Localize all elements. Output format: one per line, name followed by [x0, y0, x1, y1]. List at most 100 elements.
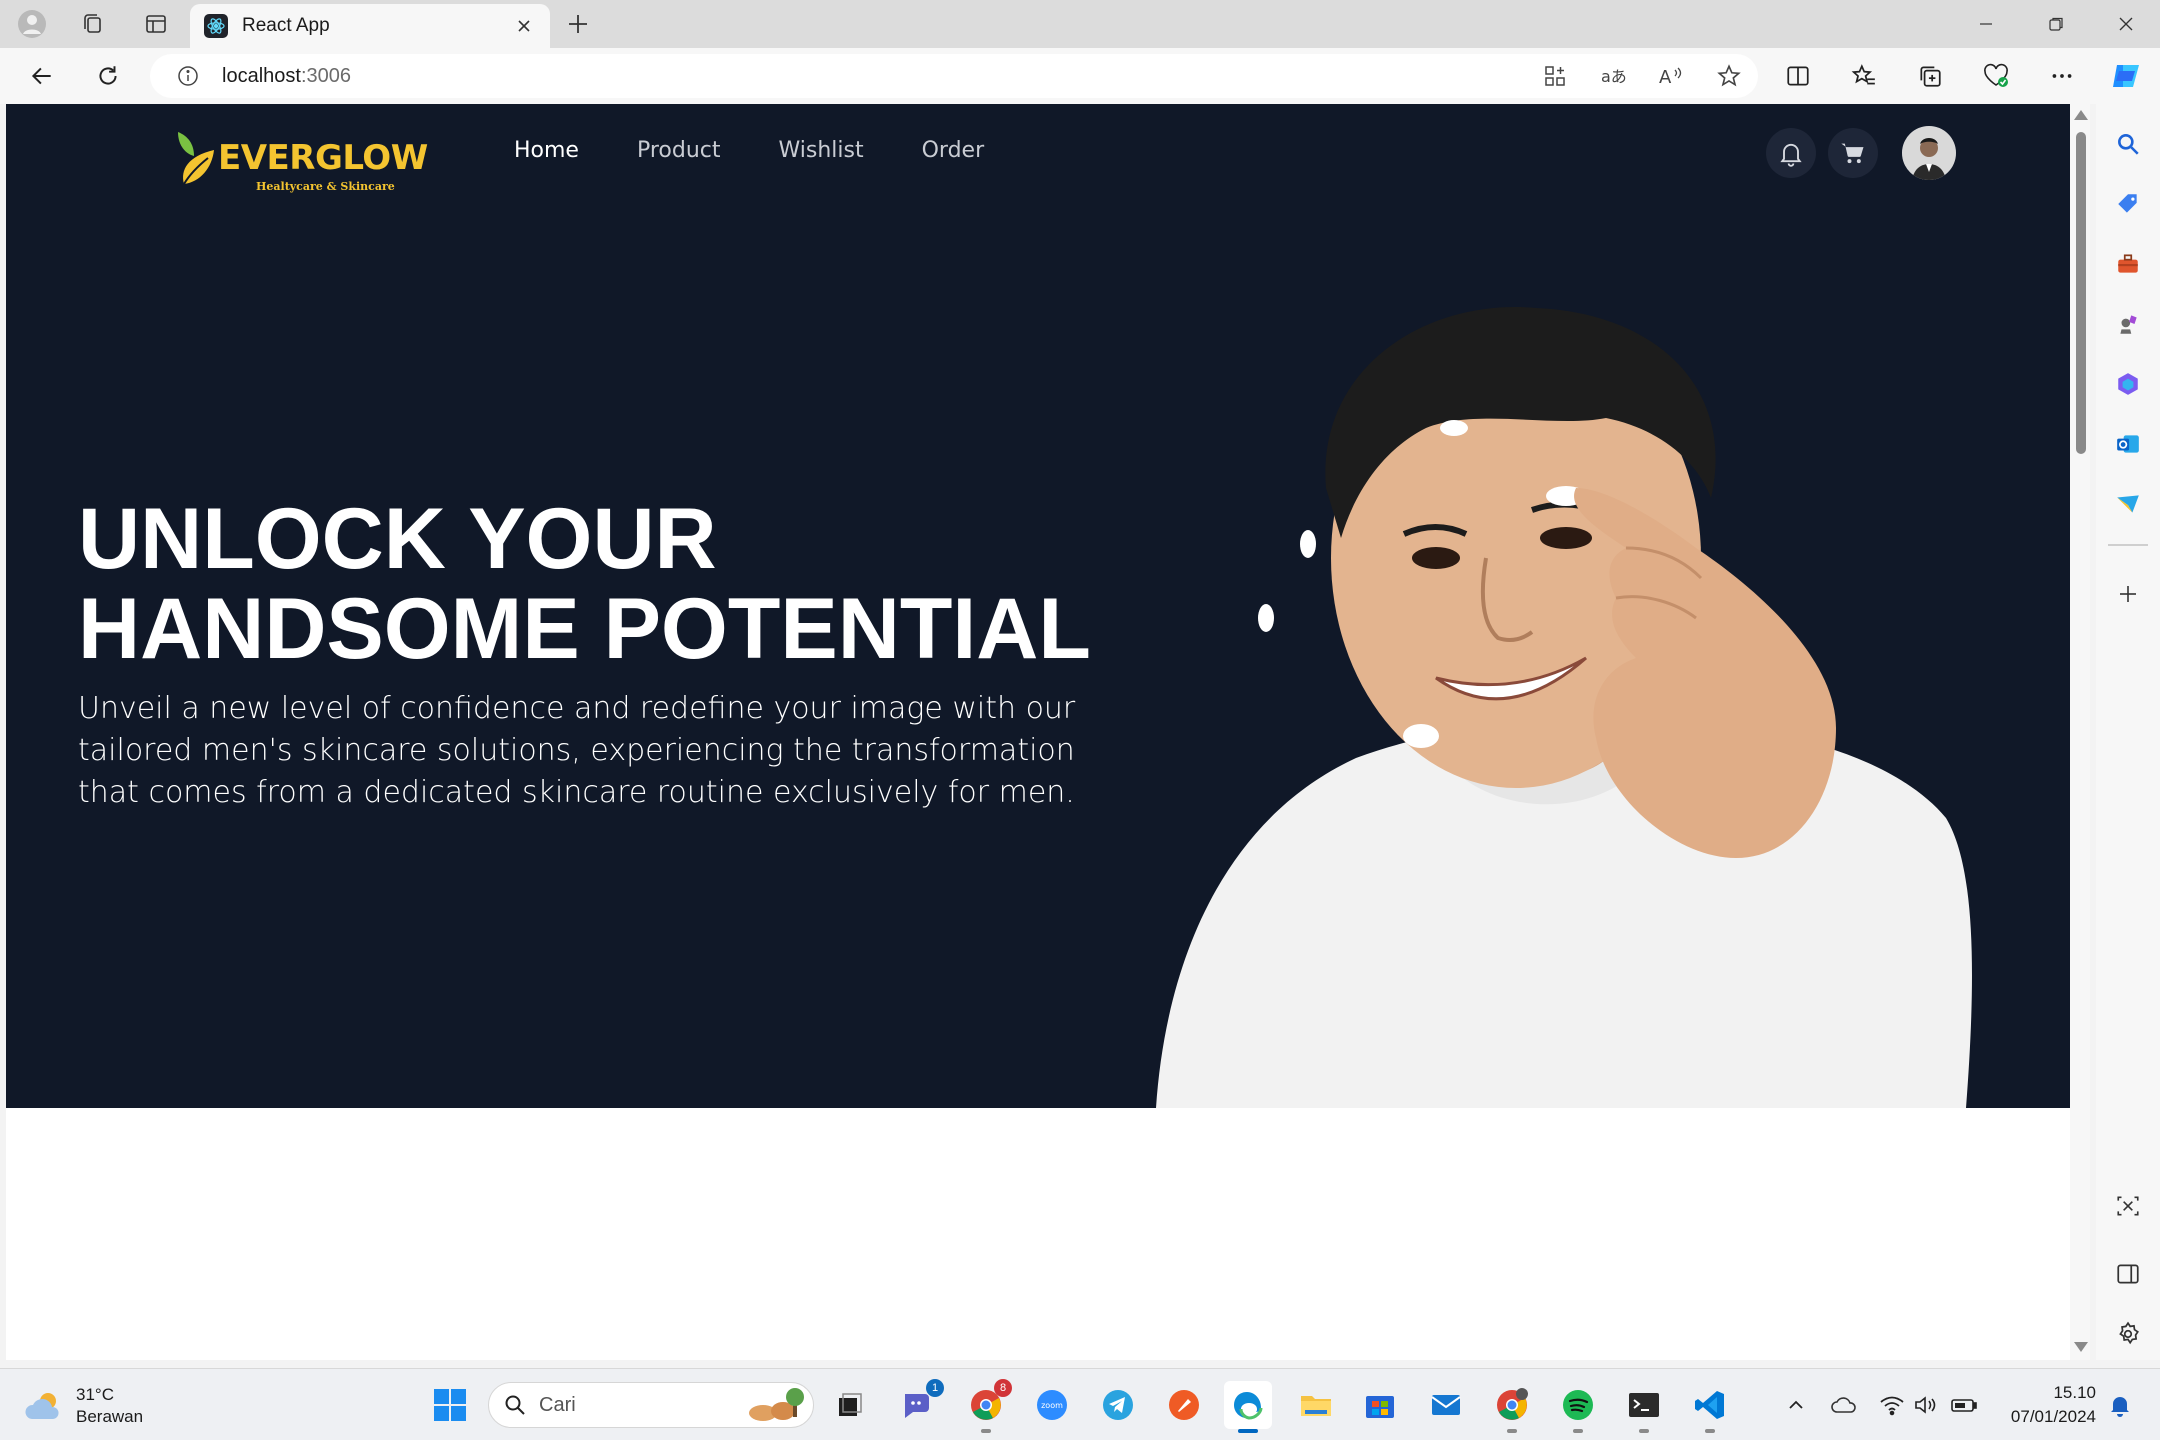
send-icon[interactable] [2108, 484, 2148, 524]
microsoft365-icon[interactable] [2108, 364, 2148, 404]
nav-product[interactable]: Product [637, 138, 721, 163]
volume-icon[interactable] [1910, 1389, 1942, 1421]
teams-chat-icon[interactable]: 1 [894, 1379, 944, 1429]
page-scrollbar[interactable] [2070, 104, 2090, 1360]
page-viewport: EVERGLOW Healtycare & Skincare Home Prod… [6, 104, 2070, 1360]
svg-text:A: A [1659, 67, 1672, 88]
browser-tab[interactable]: React App [190, 4, 550, 48]
taskbar-search-placeholder: Cari [539, 1393, 576, 1416]
translate-icon[interactable]: aあ [1584, 56, 1642, 96]
chevron-up-icon[interactable] [1780, 1389, 1812, 1421]
edge-sidebar [2096, 104, 2160, 1360]
app-available-icon[interactable] [1526, 56, 1584, 96]
url-text[interactable]: localhost:3006 [222, 65, 1526, 88]
task-view-icon[interactable] [826, 1381, 874, 1429]
wifi-icon[interactable] [1876, 1389, 1908, 1421]
favorite-star-icon[interactable] [1700, 56, 1758, 96]
clock-date: 07/01/2024 [2010, 1407, 2096, 1426]
mail-icon[interactable] [1422, 1381, 1470, 1429]
url-port: :3006 [300, 64, 351, 87]
scroll-down-icon[interactable] [2074, 1342, 2088, 1352]
scrollbar-thumb[interactable] [2076, 132, 2086, 454]
games-icon[interactable] [2108, 304, 2148, 344]
close-window-icon[interactable] [2092, 0, 2160, 48]
taskbar-search-icon [505, 1395, 525, 1415]
copilot-icon[interactable] [2096, 56, 2156, 96]
nav-home[interactable]: Home [514, 138, 579, 163]
url-host: localhost [222, 64, 301, 87]
everglow-logo[interactable]: EVERGLOW Healtycare & Skincare [170, 126, 430, 196]
zoom-icon[interactable]: zoom [1028, 1381, 1076, 1429]
add-icon[interactable] [2108, 574, 2148, 614]
notification-bell-icon[interactable] [1766, 128, 1816, 178]
running-indicator [1705, 1429, 1715, 1433]
running-indicator [981, 1429, 991, 1433]
postman-icon[interactable] [1160, 1381, 1208, 1429]
taskbar-clock[interactable]: 15.10 07/01/2024 [1998, 1381, 2096, 1429]
tab-actions-icon[interactable] [136, 6, 176, 42]
user-avatar[interactable] [1902, 126, 1956, 180]
screenshot-icon[interactable] [2108, 1186, 2148, 1226]
react-favicon-icon [204, 14, 228, 38]
info-icon[interactable] [174, 62, 202, 90]
chrome-profile-icon[interactable] [1488, 1381, 1536, 1433]
more-icon[interactable] [2032, 56, 2092, 96]
read-aloud-icon[interactable]: A [1642, 56, 1700, 96]
onedrive-icon[interactable] [1828, 1389, 1860, 1421]
hero-model-image [1156, 307, 1972, 1108]
refresh-icon[interactable] [86, 56, 130, 96]
battery-icon[interactable] [1948, 1389, 1980, 1421]
workspaces-icon[interactable] [72, 6, 112, 42]
browser-essentials-icon[interactable] [1966, 56, 2026, 96]
tools-icon[interactable] [2108, 244, 2148, 284]
address-bar[interactable]: localhost:3006 aあ A [150, 54, 1758, 98]
favorites-icon[interactable] [1834, 56, 1894, 96]
svg-text:zoom: zoom [1041, 1401, 1063, 1410]
sidebar-toggle-icon[interactable] [2108, 1254, 2148, 1294]
close-tab-icon[interactable] [512, 14, 536, 38]
settings-icon[interactable] [2108, 1314, 2148, 1354]
shopping-tag-icon[interactable] [2108, 184, 2148, 224]
nav-wishlist[interactable]: Wishlist [779, 138, 864, 163]
brand-tagline: Healtycare & Skincare [256, 180, 395, 193]
vscode-icon[interactable] [1686, 1381, 1734, 1433]
running-indicator [1573, 1429, 1583, 1433]
svg-text:aあ: aあ [1601, 67, 1627, 86]
hero-headline-line1: UNLOCK YOUR [78, 491, 717, 587]
running-indicator [1639, 1429, 1649, 1433]
cloudy-weather-icon [25, 1393, 59, 1419]
minimize-icon[interactable] [1952, 0, 2020, 48]
terminal-icon[interactable] [1620, 1381, 1668, 1433]
back-icon[interactable] [20, 56, 64, 96]
outlook-icon[interactable] [2108, 424, 2148, 464]
microsoft-store-icon[interactable] [1356, 1381, 1404, 1429]
weather-widget[interactable]: 31°C Berawan [24, 1381, 143, 1431]
new-tab-icon[interactable] [558, 6, 598, 42]
notification-icon[interactable] [2104, 1389, 2136, 1421]
restore-icon[interactable] [2022, 0, 2090, 48]
active-indicator [1238, 1429, 1258, 1433]
leaf-logo-icon [178, 132, 214, 185]
windows-start-icon[interactable] [426, 1381, 474, 1429]
collections-icon[interactable] [1900, 56, 1960, 96]
hero-headline: UNLOCK YOUR HANDSOME POTENTIAL [78, 494, 1178, 674]
edge-icon[interactable] [1224, 1381, 1272, 1433]
nav-order[interactable]: Order [922, 138, 985, 163]
brand-name: EVERGLOW [218, 138, 428, 178]
browser-titlebar: React App [0, 0, 2160, 48]
taskbar-search[interactable]: Cari [488, 1382, 814, 1428]
split-screen-icon[interactable] [1768, 56, 1828, 96]
hero-headline-line2: HANDSOME POTENTIAL [78, 581, 1091, 677]
cart-icon[interactable] [1828, 128, 1878, 178]
chrome-icon[interactable]: 8 [962, 1379, 1012, 1433]
profile-icon[interactable] [12, 6, 52, 42]
clock-time: 15.10 [2053, 1383, 2096, 1402]
main-nav: Home Product Wishlist Order [514, 138, 1042, 163]
search-icon[interactable] [2108, 124, 2148, 164]
scroll-up-icon[interactable] [2074, 110, 2088, 120]
weather-desc: Berawan [76, 1407, 144, 1426]
telegram-icon[interactable] [1094, 1381, 1142, 1429]
browser-toolbar: localhost:3006 aあ A [0, 48, 2160, 104]
spotify-icon[interactable] [1554, 1381, 1602, 1433]
file-explorer-icon[interactable] [1292, 1381, 1340, 1429]
